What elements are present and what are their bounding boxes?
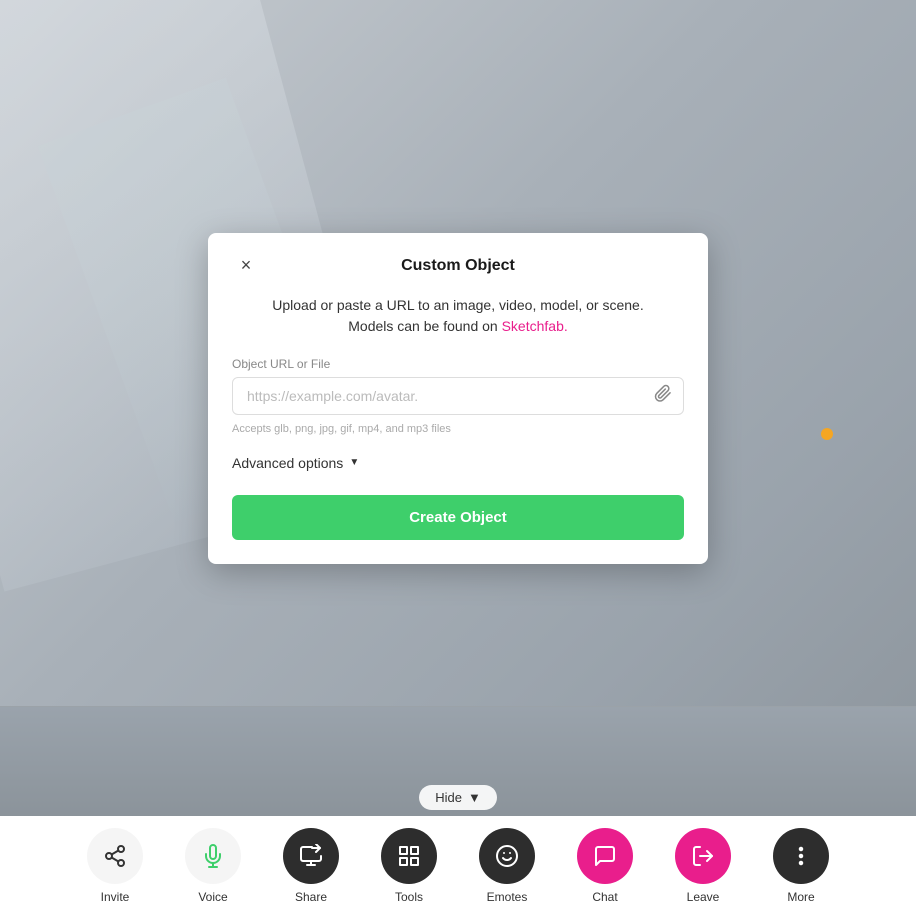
- invite-icon-bg: [87, 828, 143, 884]
- url-input[interactable]: [232, 377, 684, 415]
- hide-bar: Hide ▼: [0, 779, 916, 816]
- toolbar: Invite Voice: [0, 816, 916, 916]
- exit-icon: [691, 844, 715, 868]
- grid-icon: [397, 844, 421, 868]
- share-label: Share: [295, 890, 327, 904]
- toolbar-item-invite[interactable]: Invite: [70, 828, 160, 904]
- toolbar-item-more[interactable]: More: [756, 828, 846, 904]
- advanced-options-button[interactable]: Advanced options ▼: [232, 455, 359, 471]
- smiley-icon: [495, 844, 519, 868]
- url-input-wrapper: [232, 377, 684, 415]
- share-icon-bg: [283, 828, 339, 884]
- create-object-button[interactable]: Create Object: [232, 495, 684, 540]
- toolbar-item-tools[interactable]: Tools: [364, 828, 454, 904]
- chevron-down-icon: ▼: [349, 457, 359, 468]
- attach-icon[interactable]: [654, 384, 672, 407]
- mic-icon: [201, 844, 225, 868]
- toolbar-item-share[interactable]: Share: [266, 828, 356, 904]
- sketchfab-link[interactable]: Sketchfab.: [502, 318, 568, 334]
- tools-label: Tools: [395, 890, 423, 904]
- hide-label: Hide: [435, 790, 462, 805]
- toolbar-container: Hide ▼ Invite: [0, 779, 916, 916]
- accepts-text: Accepts glb, png, jpg, gif, mp4, and mp3…: [232, 423, 684, 435]
- toolbar-item-voice[interactable]: Voice: [168, 828, 258, 904]
- more-icon-bg: [773, 828, 829, 884]
- modal-header: × Custom Object: [232, 257, 684, 275]
- description-text-line1: Upload or paste a URL to an image, video…: [272, 297, 643, 313]
- chevron-down-icon: ▼: [468, 790, 481, 805]
- leave-icon-bg: [675, 828, 731, 884]
- modal-description: Upload or paste a URL to an image, video…: [232, 295, 684, 337]
- share-icon: [103, 844, 127, 868]
- leave-label: Leave: [687, 890, 720, 904]
- invite-label: Invite: [101, 890, 130, 904]
- emotes-label: Emotes: [487, 890, 528, 904]
- voice-icon-bg: [185, 828, 241, 884]
- tools-icon-bg: [381, 828, 437, 884]
- screen-share-icon: [299, 844, 323, 868]
- chat-label: Chat: [592, 890, 617, 904]
- toolbar-item-chat[interactable]: Chat: [560, 828, 650, 904]
- emotes-icon-bg: [479, 828, 535, 884]
- advanced-options-label: Advanced options: [232, 455, 343, 471]
- modal-title: Custom Object: [401, 257, 515, 275]
- toolbar-item-emotes[interactable]: Emotes: [462, 828, 552, 904]
- dots-icon: [789, 844, 813, 868]
- description-text-line2: Models can be found on: [348, 318, 497, 334]
- field-label: Object URL or File: [232, 357, 684, 371]
- more-label: More: [787, 890, 814, 904]
- custom-object-modal: × Custom Object Upload or paste a URL to…: [208, 233, 708, 564]
- voice-label: Voice: [198, 890, 227, 904]
- toolbar-item-leave[interactable]: Leave: [658, 828, 748, 904]
- hide-button[interactable]: Hide ▼: [419, 785, 497, 810]
- chat-icon-bg: [577, 828, 633, 884]
- close-button[interactable]: ×: [232, 252, 260, 280]
- chat-icon: [593, 844, 617, 868]
